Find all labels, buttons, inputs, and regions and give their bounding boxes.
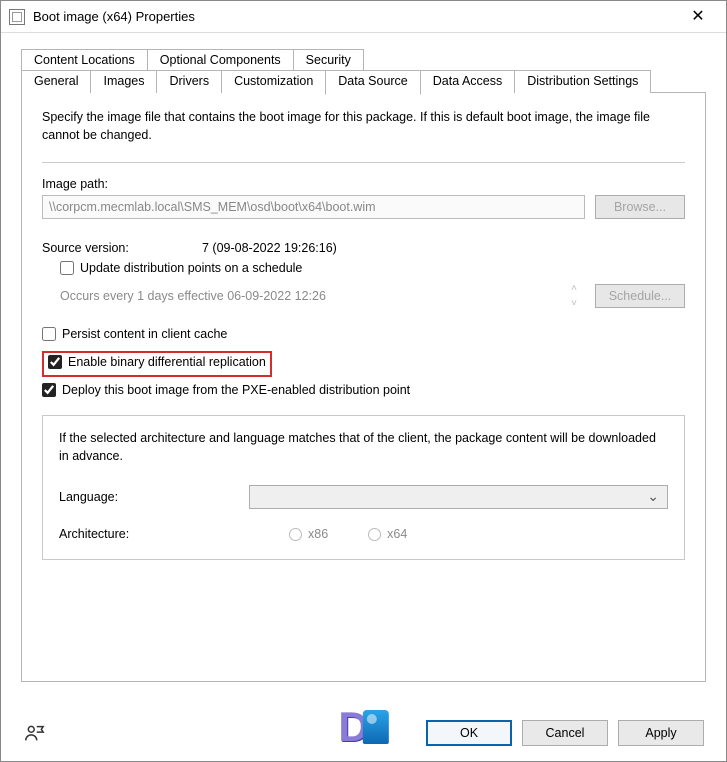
watermark-logo: D — [338, 703, 388, 751]
radio-icon — [289, 528, 302, 541]
titlebar: Boot image (x64) Properties ✕ — [1, 1, 726, 33]
feedback-icon[interactable] — [23, 722, 45, 747]
arch-x64-radio: x64 — [368, 527, 407, 541]
dialog-content: Content Locations Optional Components Se… — [1, 33, 726, 692]
pxe-checkbox-row[interactable]: Deploy this boot image from the PXE-enab… — [42, 383, 410, 397]
bdr-label: Enable binary differential replication — [68, 355, 266, 369]
source-version-label: Source version: — [42, 241, 202, 255]
tab-row-bottom: General Images Drivers Customization Dat… — [21, 70, 706, 93]
language-row: Language: — [59, 485, 668, 509]
chevron-down-icon: ˅ — [571, 298, 577, 309]
tab-images[interactable]: Images — [90, 70, 157, 93]
source-version-row: Source version: 7 (09-08-2022 19:26:16) — [42, 241, 685, 255]
schedule-group: Update distribution points on a schedule… — [60, 261, 685, 309]
language-select[interactable] — [249, 485, 668, 509]
chevron-up-icon: ˄ — [571, 283, 577, 294]
group-text: If the selected architecture and languag… — [59, 430, 668, 465]
tab-panel-data-source: Specify the image file that contains the… — [21, 92, 706, 682]
logo-letter-p — [363, 710, 389, 744]
architecture-label: Architecture: — [59, 527, 249, 541]
schedule-spinner: ˄ ˅ — [571, 283, 577, 309]
tab-data-access[interactable]: Data Access — [420, 70, 515, 93]
update-dp-checkbox[interactable] — [60, 261, 74, 275]
schedule-detail-row: Occurs every 1 days effective 06-09-2022… — [60, 283, 685, 309]
tab-distribution-settings[interactable]: Distribution Settings — [514, 70, 651, 93]
source-version-value: 7 (09-08-2022 19:26:16) — [202, 241, 337, 255]
tab-customization[interactable]: Customization — [221, 70, 326, 93]
persist-label: Persist content in client cache — [62, 327, 227, 341]
close-button[interactable]: ✕ — [678, 1, 718, 33]
pxe-label: Deploy this boot image from the PXE-enab… — [62, 383, 410, 397]
image-path-label: Image path: — [42, 177, 685, 191]
cancel-button[interactable]: Cancel — [522, 720, 608, 746]
persist-checkbox[interactable] — [42, 327, 56, 341]
window-title: Boot image (x64) Properties — [33, 9, 678, 24]
update-dp-label: Update distribution points on a schedule — [80, 261, 302, 275]
image-path-row: Browse... — [42, 195, 685, 219]
divider — [42, 162, 685, 163]
arch-x64-label: x64 — [387, 527, 407, 541]
browse-button: Browse... — [595, 195, 685, 219]
tab-row-top: Content Locations Optional Components Se… — [21, 49, 706, 71]
bdr-checkbox-row[interactable]: Enable binary differential replication — [48, 355, 266, 369]
image-path-input — [42, 195, 585, 219]
tab-drivers[interactable]: Drivers — [156, 70, 222, 93]
language-label: Language: — [59, 490, 249, 504]
tab-strip: Content Locations Optional Components Se… — [21, 49, 706, 682]
radio-icon — [368, 528, 381, 541]
tab-general[interactable]: General — [21, 70, 91, 93]
pxe-checkbox[interactable] — [42, 383, 56, 397]
highlight-bdr: Enable binary differential replication — [42, 351, 272, 377]
bdr-checkbox[interactable] — [48, 355, 62, 369]
tab-security[interactable]: Security — [293, 49, 364, 71]
intro-text: Specify the image file that contains the… — [42, 109, 685, 144]
tab-content-locations[interactable]: Content Locations — [21, 49, 148, 71]
schedule-button: Schedule... — [595, 284, 685, 308]
schedule-text: Occurs every 1 days effective 06-09-2022… — [60, 289, 561, 303]
tab-optional-components[interactable]: Optional Components — [147, 49, 294, 71]
window-system-icon — [9, 9, 25, 25]
update-dp-checkbox-row[interactable]: Update distribution points on a schedule — [60, 261, 302, 275]
advance-download-group: If the selected architecture and languag… — [42, 415, 685, 560]
ok-button[interactable]: OK — [426, 720, 512, 746]
arch-x86-label: x86 — [308, 527, 328, 541]
persist-checkbox-row[interactable]: Persist content in client cache — [42, 327, 227, 341]
apply-button[interactable]: Apply — [618, 720, 704, 746]
architecture-row: Architecture: x86 x64 — [59, 527, 668, 541]
tab-data-source[interactable]: Data Source — [325, 70, 420, 95]
arch-x86-radio: x86 — [289, 527, 328, 541]
